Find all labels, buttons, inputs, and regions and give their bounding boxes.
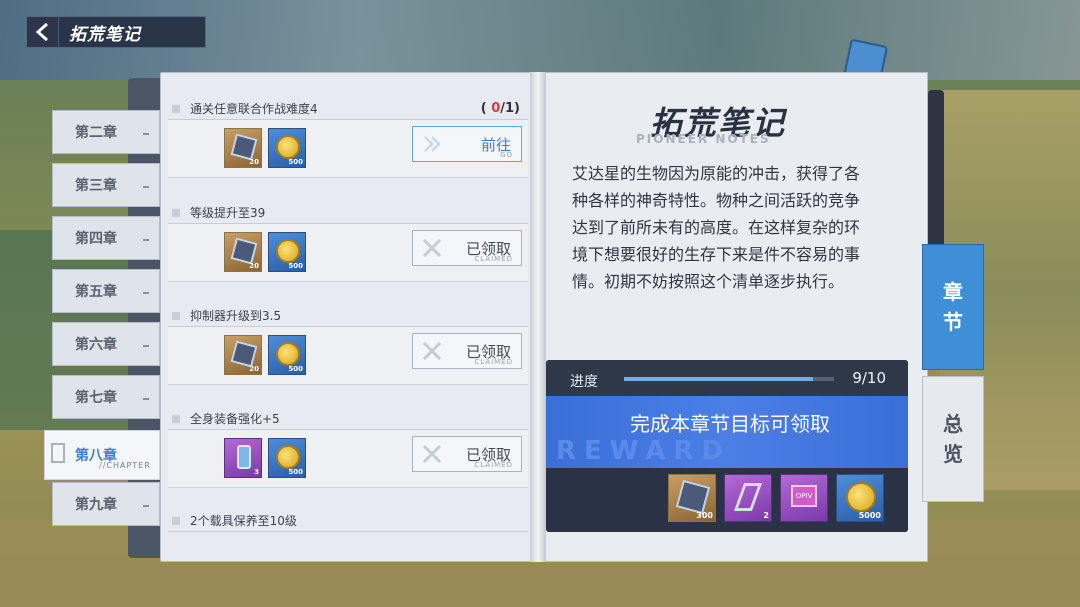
chapter-claim-banner[interactable]: REWARD 完成本章节目标可领取 [546,396,908,468]
chapter-label: 第九章 [75,497,117,513]
chapter-tab-3[interactable]: 第三章 [52,163,160,207]
coin-icon [276,445,300,469]
notes-subtitle: PIONEER NOTES [636,132,771,146]
coin-icon [276,342,300,366]
chapter-tab-6[interactable]: 第六章 [52,322,160,366]
chapter-rewards: 300 2 OPIV 5000 [546,468,908,532]
reward-coin[interactable]: 500 [268,438,306,478]
reward-cube[interactable]: 20 [224,232,262,272]
chapter-progress-panel: 进度 9/10 REWARD 完成本章节目标可领取 300 2 OPIV 500… [546,360,908,532]
back-arrow-icon [35,22,48,42]
cube-icon [230,340,258,368]
task-item: 等级提升至39 20 500 已领取 CLAIMED [168,202,528,282]
coin-icon [276,239,300,263]
back-button[interactable] [27,17,59,47]
bottle-icon [237,445,251,469]
notebook-icon [51,443,65,463]
check-mark-icon [422,444,442,464]
bolt-icon [733,483,763,511]
pen-icon [928,90,944,250]
task-name: 2个载具保养至10级 [190,514,297,528]
coin-icon [276,135,300,159]
notes-description: 艾达星的生物因为原能的冲击，获得了各种各样的神奇特性。物种之间活跃的竞争达到了前… [572,164,861,291]
cube-icon [230,133,258,161]
cube-icon [675,479,711,515]
page-title: 拓荒笔记 [69,24,141,45]
go-button[interactable]: 前往 GO [412,126,522,162]
progress-count: 9/10 [852,369,886,387]
task-name: 抑制器升级到3.5 [190,309,282,323]
reward-watermark: REWARD [556,436,732,466]
reward-coin[interactable]: 500 [268,335,306,375]
chapter-label: 第四章 [75,231,117,247]
task-item: 全身装备强化+5 3 500 已领取 CLAIMED [168,408,528,488]
chevron-right-icon [424,136,441,152]
progress-bar-fill [624,377,813,381]
chapter-tab-7[interactable]: 第七章 [52,375,160,419]
claimed-button[interactable]: 已领取 CLAIMED [412,333,522,369]
task-item: 抑制器升级到3.5 20 500 已领取 CLAIMED [168,305,528,385]
reward-chip[interactable]: OPIV [780,474,828,522]
task-name: 全身装备强化+5 [190,412,280,426]
reward-bolt[interactable]: 2 [724,474,772,522]
reward-coin[interactable]: 500 [268,128,306,168]
chapter-tab-9[interactable]: 第九章 [52,482,160,526]
task-progress: ( 0/1) [480,101,520,116]
chapter-tab-2[interactable]: 第二章 [52,110,160,154]
chapter-label: 第六章 [75,337,117,353]
chapter-label: 第五章 [75,284,117,300]
chapter-tab-4[interactable]: 第四章 [52,216,160,260]
chapter-tab-8[interactable]: 第八章 //CHAPTER [44,430,160,480]
task-item: 通关任意联合作战难度4 ( 0/1) 20 500 前往 GO [168,98,528,178]
check-mark-icon [422,341,442,361]
task-item: 2个载具保养至10级 [168,510,528,532]
coin-icon [846,482,876,512]
reward-cube[interactable]: 300 [668,474,716,522]
claimed-button[interactable]: 已领取 CLAIMED [412,436,522,472]
reward-cube[interactable]: 20 [224,128,262,168]
chapter-label: 第七章 [75,390,117,406]
reward-bottle[interactable]: 3 [224,438,262,478]
progress-label: 进度 [570,374,598,390]
chapter-sub-label: //CHAPTER [99,461,151,470]
reward-coin[interactable]: 5000 [836,474,884,522]
check-mark-icon [422,238,442,258]
task-name: 通关任意联合作战难度4 [190,102,318,116]
chapter-label: 第三章 [75,178,117,194]
top-bar: 拓荒笔记 [26,16,206,48]
tab-overview[interactable]: 总 览 [922,376,984,502]
book-binding [530,72,546,562]
tab-chapter[interactable]: 章 节 [922,244,984,370]
chip-icon: OPIV [791,485,817,507]
reward-cube[interactable]: 20 [224,335,262,375]
chapter-label: 第二章 [75,125,117,141]
cube-icon [230,237,258,265]
chapter-tab-5[interactable]: 第五章 [52,269,160,313]
task-name: 等级提升至39 [190,206,266,220]
claimed-button[interactable]: 已领取 CLAIMED [412,230,522,266]
claim-text: 完成本章节目标可领取 [630,412,830,436]
reward-coin[interactable]: 500 [268,232,306,272]
